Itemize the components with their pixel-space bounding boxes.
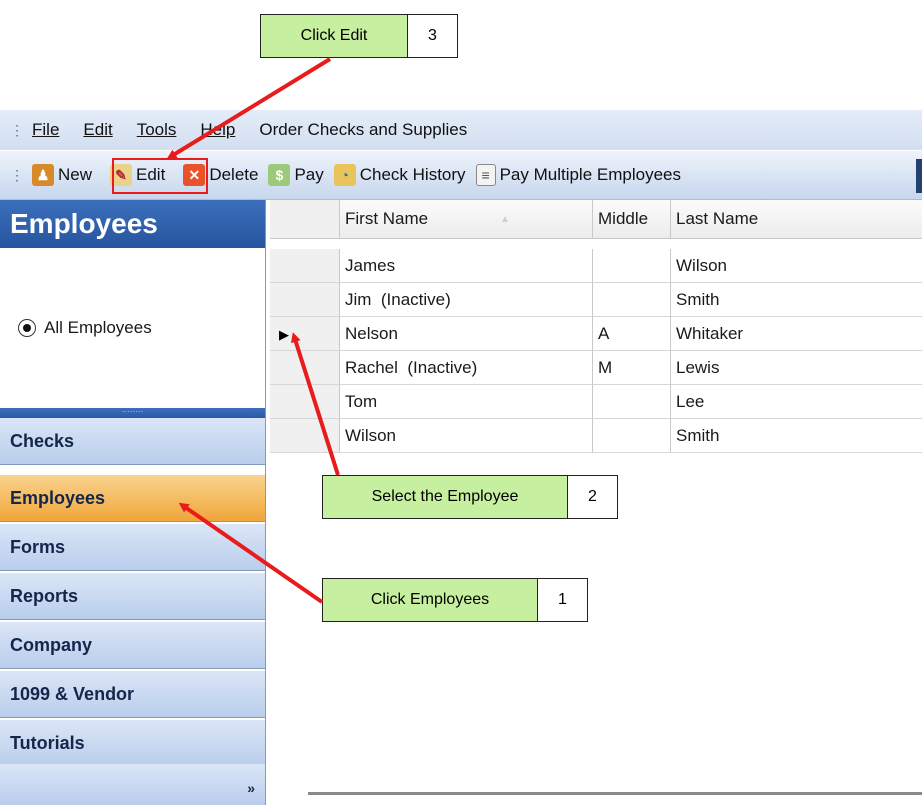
all-employees-label: All Employees [44, 318, 152, 337]
cell-middle[interactable]: M [593, 351, 671, 385]
people-icon: ♟ [32, 164, 54, 186]
nav-reports[interactable]: Reports [0, 573, 265, 620]
callout-text: Click Edit [260, 14, 408, 58]
callout-click-employees: Click Employees 1 [322, 578, 588, 622]
new-button-label: New [58, 165, 93, 184]
cell-last-name[interactable]: Wilson [671, 249, 922, 283]
cell-last-name[interactable]: Lee [671, 385, 922, 419]
edit-highlight-box [112, 158, 208, 194]
grid-corner-cell [270, 200, 340, 238]
row-selector[interactable] [270, 351, 340, 385]
nav-employees[interactable]: Employees [0, 475, 265, 522]
cell-middle[interactable]: A [593, 317, 671, 351]
pay-multiple-icon: ≡ [475, 164, 496, 186]
cell-last-name[interactable]: Whitaker [671, 317, 922, 351]
column-header-middle[interactable]: Middle [593, 200, 671, 238]
sidebar-splitter[interactable]: ········ [0, 408, 265, 418]
nav-forms[interactable]: Forms [0, 524, 265, 571]
menubar-grip-icon: ⋮ [10, 121, 24, 138]
pay-multiple-button-label: Pay Multiple Employees [499, 165, 681, 184]
menu-file[interactable]: File [32, 120, 59, 140]
callout-select-employee: Select the Employee 2 [322, 475, 618, 519]
cell-first-name[interactable]: Tom [340, 385, 593, 419]
delete-button-label: Delete [209, 165, 259, 184]
table-row-current[interactable]: ▶ Nelson A Whitaker [270, 317, 922, 351]
horizontal-scrollbar[interactable] [308, 792, 922, 795]
callout-click-edit: Click Edit 3 [260, 14, 458, 58]
row-selector[interactable] [270, 419, 340, 453]
all-employees-option[interactable]: All Employees [18, 318, 152, 338]
row-selector[interactable] [270, 283, 340, 317]
menu-help[interactable]: Help [200, 120, 235, 140]
cell-last-name[interactable]: Lewis [671, 351, 922, 385]
check-history-button[interactable]: ◔ Check History [333, 164, 466, 186]
row-selector[interactable]: ▶ [270, 317, 340, 351]
current-row-pointer-icon: ▶ [279, 327, 289, 342]
toolbar-grip-icon: ⋮ [10, 166, 24, 183]
menu-order-checks[interactable]: Order Checks and Supplies [259, 120, 467, 140]
pay-icon: $ [268, 164, 291, 186]
sidebar: Employees All Employees ········ Checks … [0, 200, 266, 805]
cell-first-name[interactable]: James [340, 249, 593, 283]
cell-first-name[interactable]: Wilson [340, 419, 593, 453]
table-row[interactable]: James Wilson [270, 249, 922, 283]
nav-checks[interactable]: Checks [0, 418, 265, 465]
check-history-icon: ◔ [333, 164, 356, 186]
cell-last-name[interactable]: Smith [671, 419, 922, 453]
cell-middle[interactable] [593, 385, 671, 419]
menu-tools[interactable]: Tools [137, 120, 177, 140]
nav-overflow[interactable]: » [0, 764, 265, 805]
pay-button-label: Pay [294, 165, 324, 184]
check-history-button-label: Check History [359, 165, 466, 184]
callout-text: Select the Employee [322, 475, 568, 519]
row-selector[interactable] [270, 385, 340, 419]
new-button[interactable]: ♟ New [32, 164, 92, 186]
cell-first-name[interactable]: Jim (Inactive) [340, 283, 593, 317]
callout-step-number: 2 [568, 475, 618, 519]
cell-middle[interactable] [593, 249, 671, 283]
table-row[interactable]: Rachel (Inactive) M Lewis [270, 351, 922, 385]
cell-first-name[interactable]: Nelson [340, 317, 593, 351]
column-header-last-name[interactable]: Last Name [671, 200, 922, 238]
pay-multiple-button[interactable]: ≡ Pay Multiple Employees [475, 164, 681, 186]
table-row[interactable]: Jim (Inactive) Smith [270, 283, 922, 317]
sidebar-title: Employees [0, 200, 265, 248]
cell-first-name[interactable]: Rachel (Inactive) [340, 351, 593, 385]
nav-tutorials[interactable]: Tutorials [0, 720, 265, 767]
table-row[interactable]: Tom Lee [270, 385, 922, 419]
radio-selected-icon[interactable] [18, 319, 36, 337]
callout-text: Click Employees [322, 578, 538, 622]
toolbar-overflow-handle[interactable] [916, 159, 922, 193]
menu-edit[interactable]: Edit [83, 120, 112, 140]
menu-bar: ⋮ File Edit Tools Help Order Checks and … [0, 110, 922, 150]
cell-middle[interactable] [593, 283, 671, 317]
pay-button[interactable]: $ Pay [268, 164, 324, 186]
callout-step-number: 1 [538, 578, 588, 622]
callout-step-number: 3 [408, 14, 458, 58]
grid-header: First Name ▲ Middle Last Name [270, 200, 922, 239]
row-selector[interactable] [270, 249, 340, 283]
table-row[interactable]: Wilson Smith [270, 419, 922, 453]
nav-1099-vendor[interactable]: 1099 & Vendor [0, 671, 265, 718]
nav-company[interactable]: Company [0, 622, 265, 669]
cell-middle[interactable] [593, 419, 671, 453]
column-header-first-name[interactable]: First Name [340, 200, 593, 238]
cell-last-name[interactable]: Smith [671, 283, 922, 317]
sort-ascending-icon: ▲ [500, 214, 510, 225]
chevron-double-right-icon[interactable]: » [247, 780, 255, 796]
